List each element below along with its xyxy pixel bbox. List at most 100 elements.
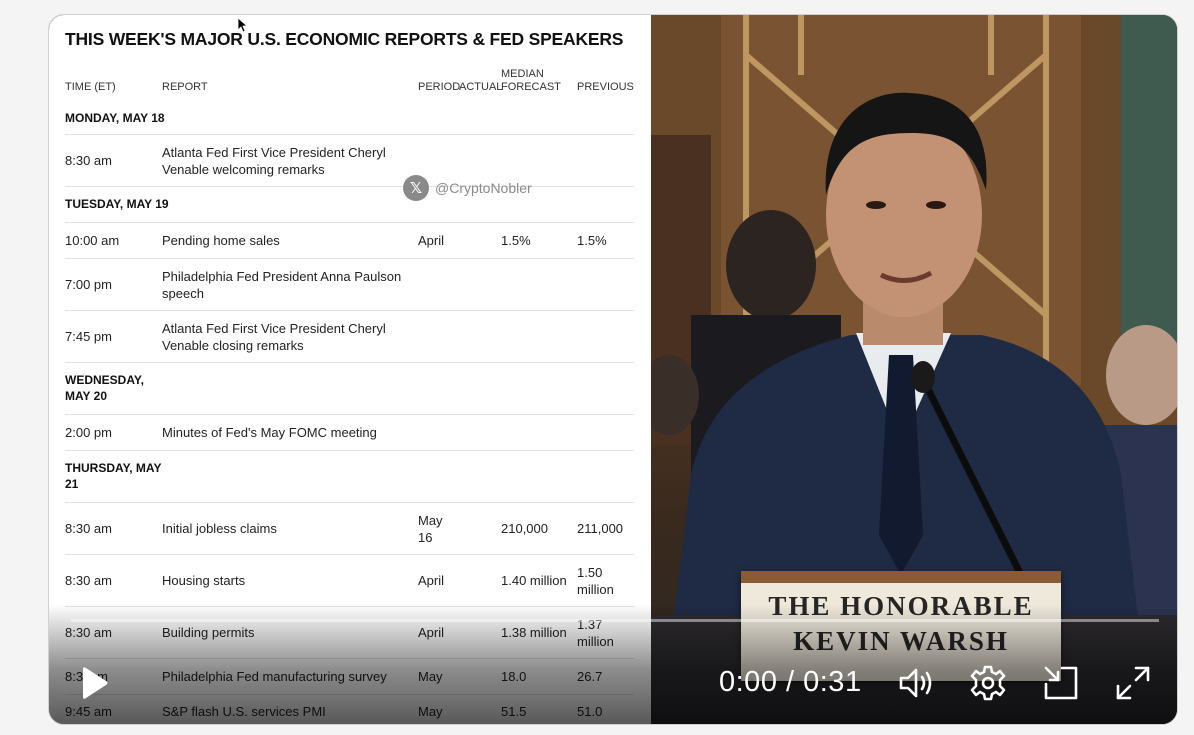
row-report: Pending home sales: [162, 233, 280, 248]
day-label-line2: MAY 20: [65, 389, 108, 403]
header-median-forecast: MEDIAN FORECAST: [501, 68, 561, 94]
watermark-handle: @CryptoNobler: [435, 180, 532, 196]
day-label-line2: 21: [65, 477, 79, 491]
progress-bar[interactable]: [71, 619, 1159, 622]
row-median: 51.5: [501, 704, 527, 719]
table-row: 8:30 am Housing starts April 1.40 millio…: [49, 555, 634, 607]
report-line2: speech: [162, 286, 204, 301]
row-median: 1.5%: [501, 233, 531, 248]
table-row: 8:30 am Atlanta Fed First Vice President…: [49, 135, 634, 187]
table-row: 10:00 am Pending home sales April 1.5% 1…: [49, 223, 634, 259]
row-report: Atlanta Fed First Vice President Cheryl …: [162, 320, 402, 354]
header-actual: ACTUAL: [459, 81, 503, 93]
settings-button[interactable]: [969, 664, 1007, 702]
day-label: MONDAY, MAY 18: [65, 111, 165, 125]
row-time: 8:30 am: [65, 573, 112, 588]
header-time: TIME (ET): [65, 81, 116, 93]
x-logo-icon: 𝕏: [403, 175, 429, 201]
row-report: S&P flash U.S. services PMI: [162, 704, 326, 719]
duration: 0:31: [803, 666, 862, 698]
play-button[interactable]: [79, 666, 109, 700]
day-row-wednesday: WEDNESDAY, MAY 20: [49, 363, 634, 415]
table-row: 8:30 am Building permits April 1.38 mill…: [49, 607, 634, 659]
report-line1: Atlanta Fed First Vice President Cheryl: [162, 321, 386, 336]
row-time: 10:00 am: [65, 233, 120, 248]
row-report: Building permits: [162, 625, 255, 640]
row-median: 18.0: [501, 669, 527, 684]
header-previous: PREVIOUS: [577, 81, 634, 93]
fullscreen-button[interactable]: [1114, 664, 1152, 702]
header-median-line2: FORECAST: [501, 81, 561, 93]
row-previous: 1.5%: [577, 233, 607, 248]
day-row-thursday: THURSDAY, MAY 21: [49, 451, 634, 503]
header-period: PERIOD: [418, 81, 461, 93]
row-report: Philadelphia Fed manufacturing survey: [162, 669, 387, 684]
day-label: WEDNESDAY, MAY 20: [65, 372, 144, 404]
watermark: 𝕏 @CryptoNobler: [403, 175, 532, 201]
picture-in-picture-button[interactable]: [1042, 664, 1080, 702]
row-period: April: [418, 625, 445, 640]
report-line2: Venable closing remarks: [162, 338, 304, 353]
day-label: THURSDAY, MAY 21: [65, 460, 161, 492]
report-line2: Venable welcoming remarks: [162, 162, 325, 177]
row-median: 1.40 million: [501, 573, 567, 588]
report-line1: Atlanta Fed First Vice President Cheryl: [162, 145, 386, 160]
table-row: 8:3 m Philadelphia Fed manufacturing surv…: [49, 659, 634, 695]
row-period: May: [418, 669, 443, 684]
calendar-title: THIS WEEK'S MAJOR U.S. ECONOMIC REPORTS …: [65, 29, 624, 49]
previous-line2: million: [577, 582, 614, 597]
row-time: 2:00 pm: [65, 425, 112, 440]
gear-icon: [970, 665, 1006, 701]
row-report: Initial jobless claims: [162, 521, 277, 536]
row-median: 210,000: [501, 521, 548, 536]
table-row: 9:45 am S&P flash U.S. services PMI May …: [49, 695, 634, 724]
time-separator: /: [777, 666, 804, 698]
row-previous: 26.7: [577, 669, 603, 684]
row-time: 7:00 pm: [65, 277, 112, 292]
period-line2: 16: [418, 530, 433, 545]
play-icon: [83, 667, 108, 699]
row-report: Atlanta Fed First Vice President Cheryl …: [162, 144, 402, 178]
row-median: 1.38 million: [501, 625, 567, 640]
row-previous: 51.0: [577, 704, 603, 719]
picture-in-picture-icon: [1044, 666, 1078, 700]
volume-button[interactable]: [897, 664, 935, 702]
row-time: 8:30 am: [65, 521, 112, 536]
header-median-line1: MEDIAN: [501, 68, 544, 80]
row-time: 9:45 am: [65, 704, 112, 719]
table-row: 2:00 pm Minutes of Fed's May FOMC meetin…: [49, 415, 634, 451]
row-previous: 211,000: [577, 521, 624, 536]
mouse-cursor-icon: [237, 17, 247, 33]
row-time: 7:45 pm: [65, 329, 112, 344]
time-display: 0:00 / 0:31: [719, 666, 862, 699]
row-time: 8:30 am: [65, 153, 112, 168]
previous-line2: million: [577, 634, 614, 649]
table-row: 8:30 am Initial jobless claims May 16 21…: [49, 503, 634, 555]
day-row-tuesday: TUESDAY, MAY 19: [49, 187, 634, 223]
row-report: Minutes of Fed's May FOMC meeting: [162, 425, 377, 440]
day-label-line1: THURSDAY, MAY: [65, 461, 162, 475]
row-previous: 1.50 million: [577, 564, 637, 598]
row-period: May: [418, 704, 443, 719]
current-time: 0:00: [719, 666, 778, 698]
day-label: TUESDAY, MAY 19: [65, 197, 169, 211]
table-row: 7:45 pm Atlanta Fed First Vice President…: [49, 311, 634, 363]
row-period: April: [418, 573, 445, 588]
table-row: 7:00 pm Philadelphia Fed President Anna …: [49, 259, 634, 311]
row-period: April: [418, 233, 445, 248]
row-report: Housing starts: [162, 573, 246, 588]
header-report: REPORT: [162, 81, 208, 93]
row-time: 8:30 am: [65, 625, 112, 640]
day-row-monday: MONDAY, MAY 18: [49, 103, 634, 135]
period-line1: May: [418, 513, 443, 528]
nameplate-title: THE HONORABLE: [768, 591, 1034, 621]
day-label-line1: WEDNESDAY,: [65, 373, 144, 387]
nameplate-name: KEVIN WARSH: [793, 626, 1009, 656]
expand-icon: [1116, 666, 1150, 700]
volume-icon: [899, 668, 932, 698]
row-report: Philadelphia Fed President Anna Paulson …: [162, 268, 402, 302]
row-period: May 16: [418, 512, 458, 546]
previous-line1: 1.50: [577, 565, 603, 580]
video-player[interactable]: THIS WEEK'S MAJOR U.S. ECONOMIC REPORTS …: [48, 14, 1178, 725]
report-line1: Philadelphia Fed President Anna Paulson: [162, 269, 402, 284]
